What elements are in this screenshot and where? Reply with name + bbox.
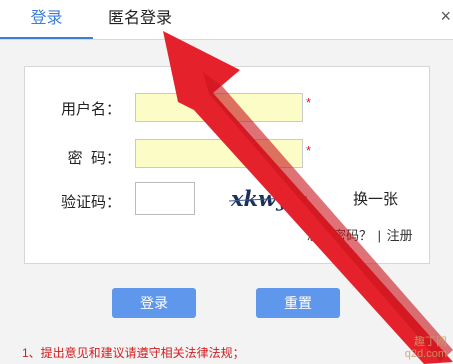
password-required-mark: * [306,143,312,158]
login-button[interactable]: 登录 [112,288,196,318]
password-input[interactable] [135,139,303,168]
tab-login[interactable]: 登录 [0,0,93,39]
refresh-captcha-link[interactable]: 换一张 [353,188,398,209]
forgot-password-link[interactable]: 忘记密码？ [307,228,372,243]
password-label: 密 码： [67,150,121,167]
username-required-mark: * [306,95,312,110]
notice-text: 1、提出意见和建议请遵守相关法律法规； [22,346,245,360]
captcha-label: 验证码： [60,194,121,211]
close-icon[interactable]: × [440,6,451,27]
account-links: 忘记密码？ | 注册 [307,225,413,244]
register-link[interactable]: 注册 [387,228,413,243]
link-separator: | [377,228,382,243]
username-label: 用户名： [60,101,121,118]
captcha-input[interactable] [135,182,195,215]
watermark-line2: q2d.com [404,348,447,360]
watermark: 趣丁网 q2d.com [405,336,447,360]
watermark-line1: 趣丁网 [414,336,447,348]
username-input[interactable] [135,93,303,122]
tab-bar: 登录 匿名登录 × [0,0,453,40]
tab-anonymous-login[interactable]: 匿名登录 [108,0,172,38]
captcha-image[interactable]: xkwy [227,185,309,213]
login-form-panel: 用户名： * 密 码： * 验证码： xkwy 换一张 忘记密码？ | 注册 [24,66,430,264]
reset-button[interactable]: 重置 [256,288,340,318]
